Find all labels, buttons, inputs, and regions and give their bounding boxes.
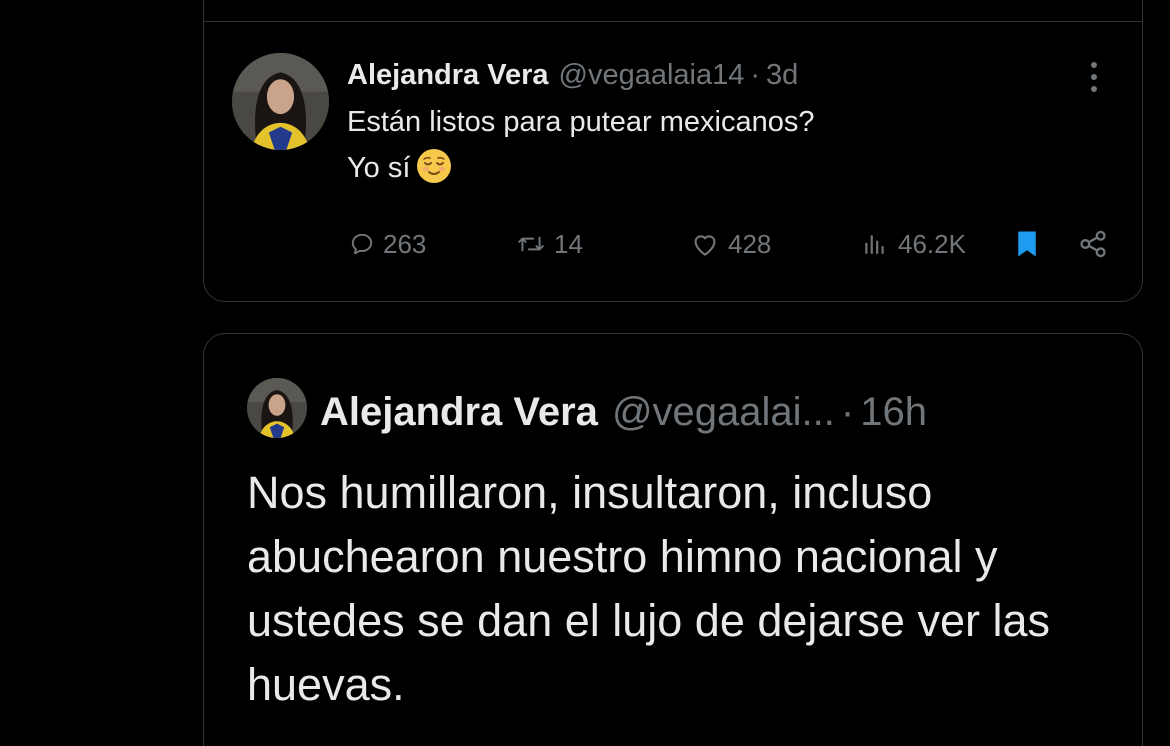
reply-button[interactable]: 263: [349, 224, 426, 264]
like-count: 428: [728, 228, 772, 259]
share-icon: [1080, 230, 1106, 258]
bookmark-icon: [1018, 231, 1036, 257]
author-handle[interactable]: @vegaalaia14: [559, 59, 745, 91]
avatar-photo: [247, 378, 307, 438]
avatar-photo: [232, 53, 329, 150]
reply-count: 263: [383, 228, 427, 259]
bookmark-button[interactable]: [1014, 224, 1048, 264]
author-name[interactable]: Alejandra Vera: [320, 390, 598, 434]
separator: ·: [750, 59, 761, 91]
views-icon: [865, 235, 884, 254]
views-count: 46.2K: [898, 228, 966, 259]
retweet-button[interactable]: 14: [516, 224, 583, 264]
retweet-count: 14: [554, 228, 583, 259]
author-name[interactable]: Alejandra Vera: [347, 59, 549, 91]
relieved-face-icon: [417, 149, 452, 183]
reply-icon: [351, 233, 373, 255]
tweet-header: Alejandra Vera @vegaalaia14 · 3d: [347, 57, 798, 93]
author-handle[interactable]: @vegaalai...: [612, 390, 835, 434]
retweet-icon: [518, 236, 544, 252]
avatar[interactable]: [247, 378, 307, 438]
tweet-header: Alejandra Vera @vegaalai... · 16h: [320, 387, 927, 437]
tweet-card[interactable]: Alejandra Vera @vegaalaia14 · 3d Están list…: [203, 0, 1143, 302]
like-icon: [694, 235, 716, 256]
divider: [204, 21, 1142, 22]
views-button[interactable]: 46.2K: [860, 224, 966, 264]
tweet-text-line-2: Yo sí: [347, 145, 814, 191]
timestamp[interactable]: 3d: [766, 59, 798, 91]
quoted-tweet-card[interactable]: Alejandra Vera @vegaalai... · 16h Nos humil…: [203, 333, 1143, 746]
tweet-text: Nos humillaron, insultaron, incluso abuc…: [247, 467, 1050, 710]
more-icon[interactable]: [1090, 61, 1098, 93]
avatar[interactable]: [232, 53, 329, 150]
timestamp[interactable]: 16h: [860, 390, 927, 434]
tweet-text: Están listos para putear mexicanos? Yo s…: [347, 99, 814, 191]
tweet-text-line: Yo sí: [347, 152, 411, 184]
share-button[interactable]: [1077, 224, 1117, 264]
timeline: Alejandra Vera @vegaalaia14 · 3d Están list…: [0, 0, 1170, 746]
like-button[interactable]: 428: [690, 224, 771, 264]
separator: ·: [840, 390, 855, 434]
tweet-text-line: Están listos para putear mexicanos?: [347, 106, 815, 138]
action-bar: 263 14 428 46.2K: [204, 224, 1144, 264]
